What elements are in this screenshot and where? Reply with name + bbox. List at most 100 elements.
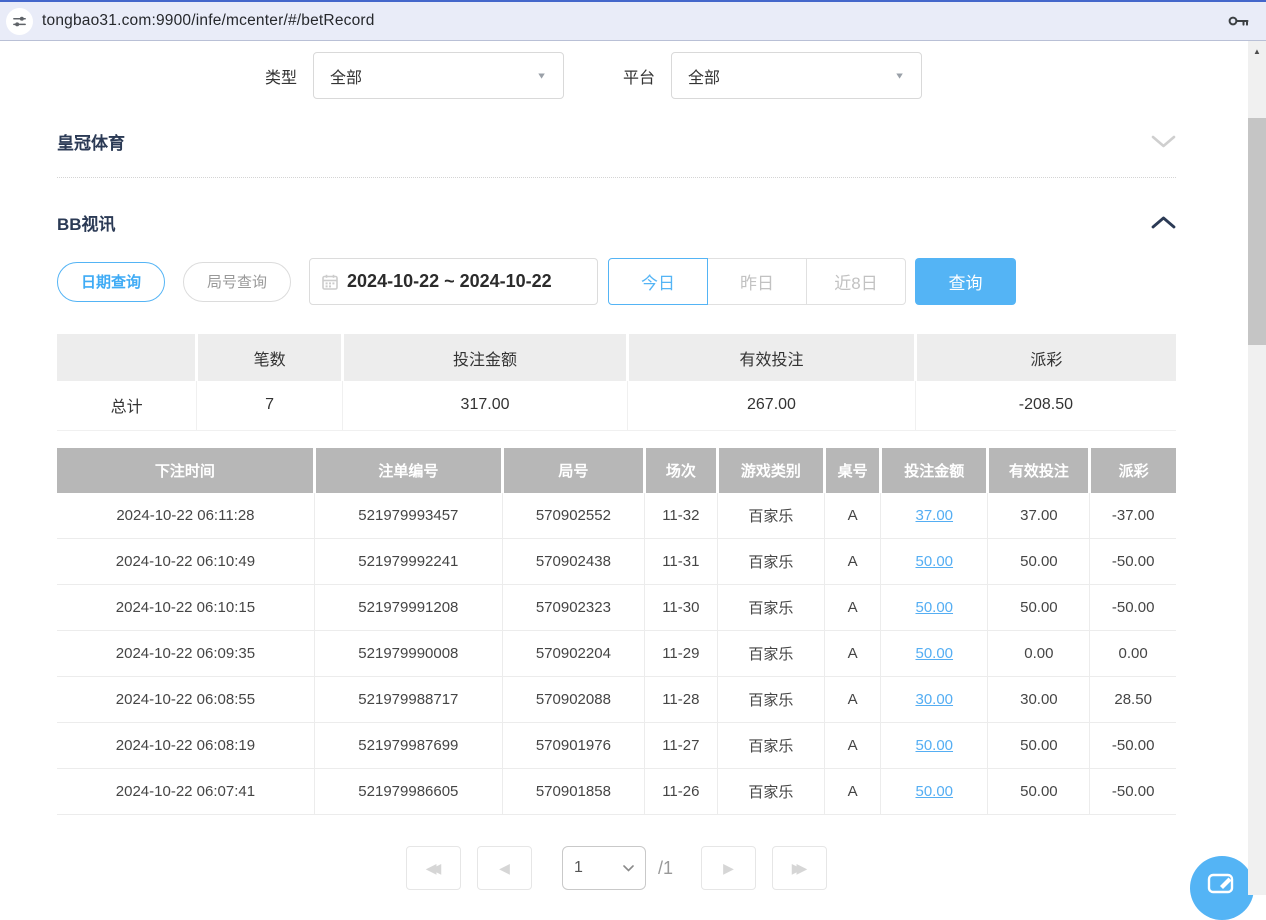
bet-table-cell: 百家乐 bbox=[717, 493, 824, 539]
site-settings-icon[interactable] bbox=[6, 8, 33, 35]
type-select[interactable]: 全部 ▼ bbox=[313, 52, 564, 99]
bet-table-header-cell: 投注金额 bbox=[881, 448, 988, 493]
bet-table-body: 2024-10-22 06:11:28521979993457570902552… bbox=[57, 493, 1176, 815]
bet-amount-link[interactable]: 50.00 bbox=[915, 599, 953, 616]
page-total-label: /1 bbox=[658, 858, 673, 879]
bet-table-row: 2024-10-22 06:10:15521979991208570902323… bbox=[57, 585, 1176, 631]
first-page-button[interactable]: ◀◀ bbox=[406, 846, 461, 890]
type-select-value: 全部 bbox=[330, 64, 362, 88]
bet-table-cell: 570902438 bbox=[502, 539, 644, 585]
bet-table-cell: 2024-10-22 06:09:35 bbox=[57, 631, 314, 677]
bet-table-header-cell: 下注时间 bbox=[57, 448, 314, 493]
last-page-button[interactable]: ▶▶ bbox=[772, 846, 827, 890]
bet-table-cell: -50.00 bbox=[1090, 723, 1176, 769]
summary-bet-amount-value: 317.00 bbox=[342, 381, 627, 430]
chevron-up-icon[interactable] bbox=[1151, 215, 1176, 230]
platform-filter-label: 平台 bbox=[623, 64, 655, 88]
url-text[interactable]: tongbao31.com:9900/infe/mcenter/#/betRec… bbox=[42, 12, 1226, 30]
section-bb-video[interactable]: BB视讯 bbox=[57, 210, 1176, 234]
bet-table-cell: 百家乐 bbox=[717, 769, 824, 815]
bet-table-cell: 37.00 bbox=[881, 493, 988, 539]
summary-total-row: 总计 7 317.00 267.00 -208.50 bbox=[57, 381, 1176, 430]
bet-table-cell: 50.00 bbox=[881, 769, 988, 815]
bet-amount-link[interactable]: 37.00 bbox=[915, 507, 953, 524]
bet-table-cell: 30.00 bbox=[881, 677, 988, 723]
bet-table-cell: -50.00 bbox=[1090, 539, 1176, 585]
page-content: 类型 全部 ▼ 平台 全部 ▼ 皇冠体育 BB视讯 bbox=[0, 41, 1266, 895]
chat-edit-fab-button[interactable] bbox=[1190, 856, 1254, 920]
scrollbar[interactable]: ▲ bbox=[1248, 41, 1266, 895]
bet-table-cell: 0.00 bbox=[988, 631, 1090, 677]
date-range-value: 2024-10-22 ~ 2024-10-22 bbox=[347, 271, 552, 292]
bet-table-cell: 百家乐 bbox=[717, 631, 824, 677]
bet-table-cell: A bbox=[825, 769, 881, 815]
bet-table-cell: 百家乐 bbox=[717, 723, 824, 769]
bet-table-cell: 50.00 bbox=[881, 539, 988, 585]
chevron-down-icon: ▼ bbox=[536, 71, 547, 81]
bet-table-cell: 50.00 bbox=[881, 631, 988, 677]
bet-table-cell: 11-26 bbox=[644, 769, 717, 815]
bet-table-cell: 50.00 bbox=[988, 769, 1090, 815]
bet-table-cell: 50.00 bbox=[988, 585, 1090, 631]
bet-table-cell: 11-30 bbox=[644, 585, 717, 631]
scrollbar-thumb[interactable] bbox=[1248, 118, 1266, 345]
date-range-input[interactable]: 2024-10-22 ~ 2024-10-22 bbox=[309, 258, 598, 305]
section-crown-sports[interactable]: 皇冠体育 bbox=[57, 129, 1176, 153]
bet-table-cell: -37.00 bbox=[1090, 493, 1176, 539]
page-select-value: 1 bbox=[574, 859, 583, 877]
bet-table-cell: 521979990008 bbox=[314, 631, 502, 677]
bet-table-cell: 百家乐 bbox=[717, 677, 824, 723]
bet-amount-link[interactable]: 50.00 bbox=[915, 783, 953, 800]
platform-select[interactable]: 全部 ▼ bbox=[671, 52, 922, 99]
summary-header-count: 笔数 bbox=[197, 334, 342, 381]
bet-table-cell: 2024-10-22 06:08:19 bbox=[57, 723, 314, 769]
bet-table-cell: 50.00 bbox=[988, 539, 1090, 585]
bet-table-cell: 50.00 bbox=[881, 585, 988, 631]
today-button[interactable]: 今日 bbox=[608, 258, 708, 305]
chat-edit-icon bbox=[1207, 871, 1237, 897]
type-filter-label: 类型 bbox=[265, 64, 297, 88]
scroll-up-arrow[interactable]: ▲ bbox=[1248, 41, 1266, 61]
bet-amount-link[interactable]: 50.00 bbox=[915, 737, 953, 754]
bet-table-cell: 521979991208 bbox=[314, 585, 502, 631]
bet-table-cell: 521979992241 bbox=[314, 539, 502, 585]
summary-header-valid-bet: 有效投注 bbox=[628, 334, 916, 381]
last8days-button[interactable]: 近8日 bbox=[806, 258, 906, 305]
quick-date-group: 今日 昨日 近8日 bbox=[608, 258, 906, 305]
yesterday-button[interactable]: 昨日 bbox=[707, 258, 807, 305]
date-query-tab[interactable]: 日期查询 bbox=[57, 262, 165, 302]
browser-address-bar[interactable]: tongbao31.com:9900/infe/mcenter/#/betRec… bbox=[0, 0, 1266, 41]
bet-table-row: 2024-10-22 06:11:28521979993457570902552… bbox=[57, 493, 1176, 539]
password-key-icon[interactable] bbox=[1226, 10, 1250, 32]
bet-table-header-cell: 派彩 bbox=[1090, 448, 1176, 493]
bet-table-cell: 百家乐 bbox=[717, 585, 824, 631]
page-select[interactable]: 1 bbox=[562, 846, 646, 890]
search-button[interactable]: 查询 bbox=[915, 258, 1016, 305]
bet-table-cell: 百家乐 bbox=[717, 539, 824, 585]
bet-table-row: 2024-10-22 06:09:35521979990008570902204… bbox=[57, 631, 1176, 677]
bet-table-cell: A bbox=[825, 723, 881, 769]
round-query-tab[interactable]: 局号查询 bbox=[183, 262, 291, 302]
bet-table-cell: A bbox=[825, 585, 881, 631]
bet-amount-link[interactable]: 30.00 bbox=[915, 691, 953, 708]
bet-table-cell: 37.00 bbox=[988, 493, 1090, 539]
bet-table-cell: 521979988717 bbox=[314, 677, 502, 723]
bb-video-title: BB视讯 bbox=[57, 210, 116, 235]
prev-page-button[interactable]: ◀ bbox=[477, 846, 532, 890]
summary-header-bet-amount: 投注金额 bbox=[342, 334, 627, 381]
bet-table-cell: 2024-10-22 06:07:41 bbox=[57, 769, 314, 815]
bet-table-header-cell: 桌号 bbox=[825, 448, 881, 493]
bet-table-header-cell: 有效投注 bbox=[988, 448, 1090, 493]
bet-table-cell: -50.00 bbox=[1090, 769, 1176, 815]
bet-amount-link[interactable]: 50.00 bbox=[915, 553, 953, 570]
crown-sports-title: 皇冠体育 bbox=[57, 129, 125, 154]
bet-table-cell: 11-32 bbox=[644, 493, 717, 539]
next-page-button[interactable]: ▶ bbox=[701, 846, 756, 890]
summary-header-payout: 派彩 bbox=[915, 334, 1176, 381]
bet-table-cell: A bbox=[825, 493, 881, 539]
bet-table-cell: A bbox=[825, 677, 881, 723]
bet-table-cell: 570902204 bbox=[502, 631, 644, 677]
bet-record-table: 下注时间注单编号局号场次游戏类别桌号投注金额有效投注派彩 2024-10-22 … bbox=[57, 448, 1176, 816]
bet-amount-link[interactable]: 50.00 bbox=[915, 645, 953, 662]
chevron-down-icon[interactable] bbox=[1151, 134, 1176, 149]
